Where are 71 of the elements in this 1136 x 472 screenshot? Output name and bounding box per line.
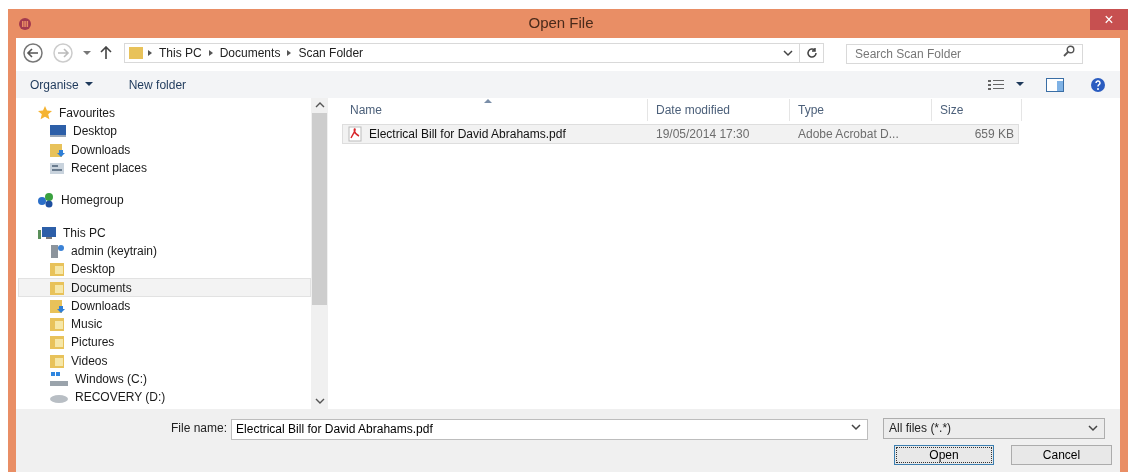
nav-item[interactable]: Videos: [18, 351, 311, 370]
chevron-down-icon: [1087, 424, 1100, 432]
folder-icon: [49, 316, 65, 333]
new-folder-button[interactable]: New folder: [128, 75, 187, 94]
column-header[interactable]: Type: [790, 99, 932, 121]
file-name-label: File name:: [171, 420, 228, 437]
folder-download-icon: [49, 141, 65, 158]
date-cell-text: 19/05/2014 17:30: [655, 126, 751, 143]
folder-icon: [49, 279, 65, 296]
breadcrumb-item[interactable]: Scan Folder: [295, 44, 367, 62]
folder-download-icon: [49, 297, 65, 314]
chevron-up-icon[interactable]: [314, 102, 325, 108]
column-header[interactable]: Name: [342, 99, 648, 121]
recent-places-icon: [49, 160, 65, 177]
search-field[interactable]: Search Scan Folder: [846, 44, 1083, 64]
cancel-button[interactable]: Cancel: [1011, 445, 1112, 465]
chevron-down-icon[interactable]: [314, 398, 325, 404]
refresh-icon[interactable]: [805, 47, 818, 59]
nav-item[interactable]: Desktop: [18, 122, 311, 141]
view-options-icon[interactable]: [988, 78, 1004, 91]
window-title: Open File: [527, 13, 595, 34]
folder-icon: [49, 334, 65, 351]
nav-item[interactable]: Music: [18, 314, 311, 334]
nav-item[interactable]: Pictures: [18, 333, 311, 352]
folder-icon: [49, 352, 65, 369]
close-button[interactable]: ×: [1090, 9, 1128, 30]
file-name-field[interactable]: Electrical Bill for David Abrahams.pdf: [231, 418, 869, 440]
help-icon[interactable]: [1090, 76, 1106, 93]
nav-item[interactable]: Favourites: [18, 104, 311, 123]
preview-pane-icon[interactable]: [1046, 77, 1064, 92]
folder-icon: [49, 261, 65, 278]
up-arrow-icon[interactable]: [100, 46, 112, 60]
breadcrumb-item[interactable]: Documents: [216, 44, 284, 62]
file-name: Electrical Bill for David Abrahams.pdf: [369, 126, 566, 143]
pdf-file-icon: [347, 126, 363, 142]
back-icon[interactable]: [22, 42, 44, 64]
chevron-down-icon[interactable]: [850, 423, 863, 431]
column-header[interactable]: Size: [932, 99, 1022, 121]
nav-item[interactable]: Windows (C:): [18, 369, 311, 389]
breadcrumb-item[interactable]: This PC: [156, 44, 205, 62]
nav-item[interactable]: Downloads: [18, 140, 311, 159]
nav-item[interactable]: Downloads: [18, 296, 311, 315]
star-icon: [37, 105, 53, 122]
nav-item[interactable]: Documents: [18, 278, 311, 297]
file-type-dropdown[interactable]: All files (*.*): [883, 417, 1106, 439]
column-header[interactable]: Date modified: [648, 99, 790, 121]
sort-arrow-icon: [484, 99, 492, 103]
folder-icon: [128, 46, 144, 60]
nav-item[interactable]: RECOVERY (D:): [18, 388, 311, 407]
caret-icon[interactable]: [1016, 82, 1024, 87]
drive-icon: [49, 371, 69, 387]
nav-item[interactable]: Desktop: [18, 260, 311, 279]
nav-item[interactable]: admin (keytrain): [18, 241, 311, 261]
caret-icon: [84, 82, 93, 87]
monitor-icon: [49, 124, 67, 139]
nav-item[interactable]: Homegroup: [18, 191, 311, 210]
type-cell-text: Adobe Acrobat D...: [797, 126, 900, 143]
file-row[interactable]: Electrical Bill for David Abrahams.pdf 19/05/2014 17:30 Adobe Acrobat D... 659 KB: [342, 124, 1019, 144]
open-button[interactable]: Open: [894, 445, 994, 465]
app-logo-icon: [18, 16, 32, 31]
address-bar[interactable]: This PC Documents Scan Folder: [124, 43, 824, 63]
nav-item[interactable]: Recent places: [18, 158, 311, 178]
nav-item[interactable]: This PC: [18, 223, 311, 242]
scrollbar[interactable]: [311, 98, 328, 409]
homegroup-icon: [37, 192, 55, 209]
network-user-icon: [49, 242, 65, 259]
dropdown-caret-icon[interactable]: [82, 50, 92, 56]
computer-icon: [37, 225, 57, 240]
search-icon: [1063, 45, 1075, 57]
size-cell-text: 659 KB: [973, 126, 1015, 143]
organise-menu-button[interactable]: Organise: [30, 75, 93, 94]
